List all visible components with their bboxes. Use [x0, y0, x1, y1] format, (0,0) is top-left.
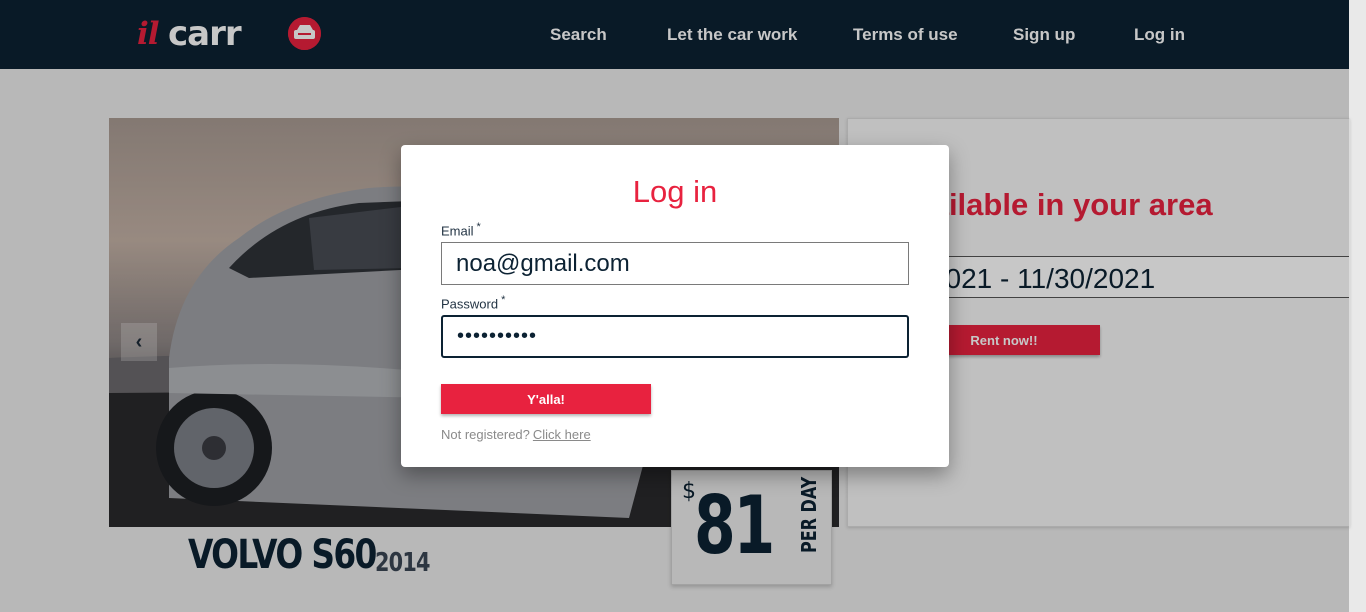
email-label-text: Email: [441, 223, 474, 239]
email-required-mark: *: [476, 221, 481, 233]
modal-title: Log in: [632, 174, 718, 209]
password-label: Password *: [441, 294, 505, 311]
page-scrollbar[interactable]: [1349, 0, 1366, 612]
login-modal: Log in Email * noa@gmail.com Password * ••…: [401, 145, 949, 467]
register-prompt: Not registered? Click here: [441, 427, 591, 442]
password-required-mark: *: [501, 294, 506, 306]
register-link[interactable]: Click here: [533, 427, 591, 442]
password-field[interactable]: ••••••••••: [441, 315, 909, 358]
email-label: Email *: [441, 221, 481, 238]
password-field-value: ••••••••••: [457, 325, 538, 347]
register-prompt-text: Not registered?: [441, 427, 530, 442]
yalla-submit-button[interactable]: Y'alla!: [441, 384, 651, 414]
password-label-text: Password: [441, 296, 499, 312]
email-field-value: noa@gmail.com: [456, 249, 630, 277]
email-field[interactable]: noa@gmail.com: [441, 242, 909, 285]
